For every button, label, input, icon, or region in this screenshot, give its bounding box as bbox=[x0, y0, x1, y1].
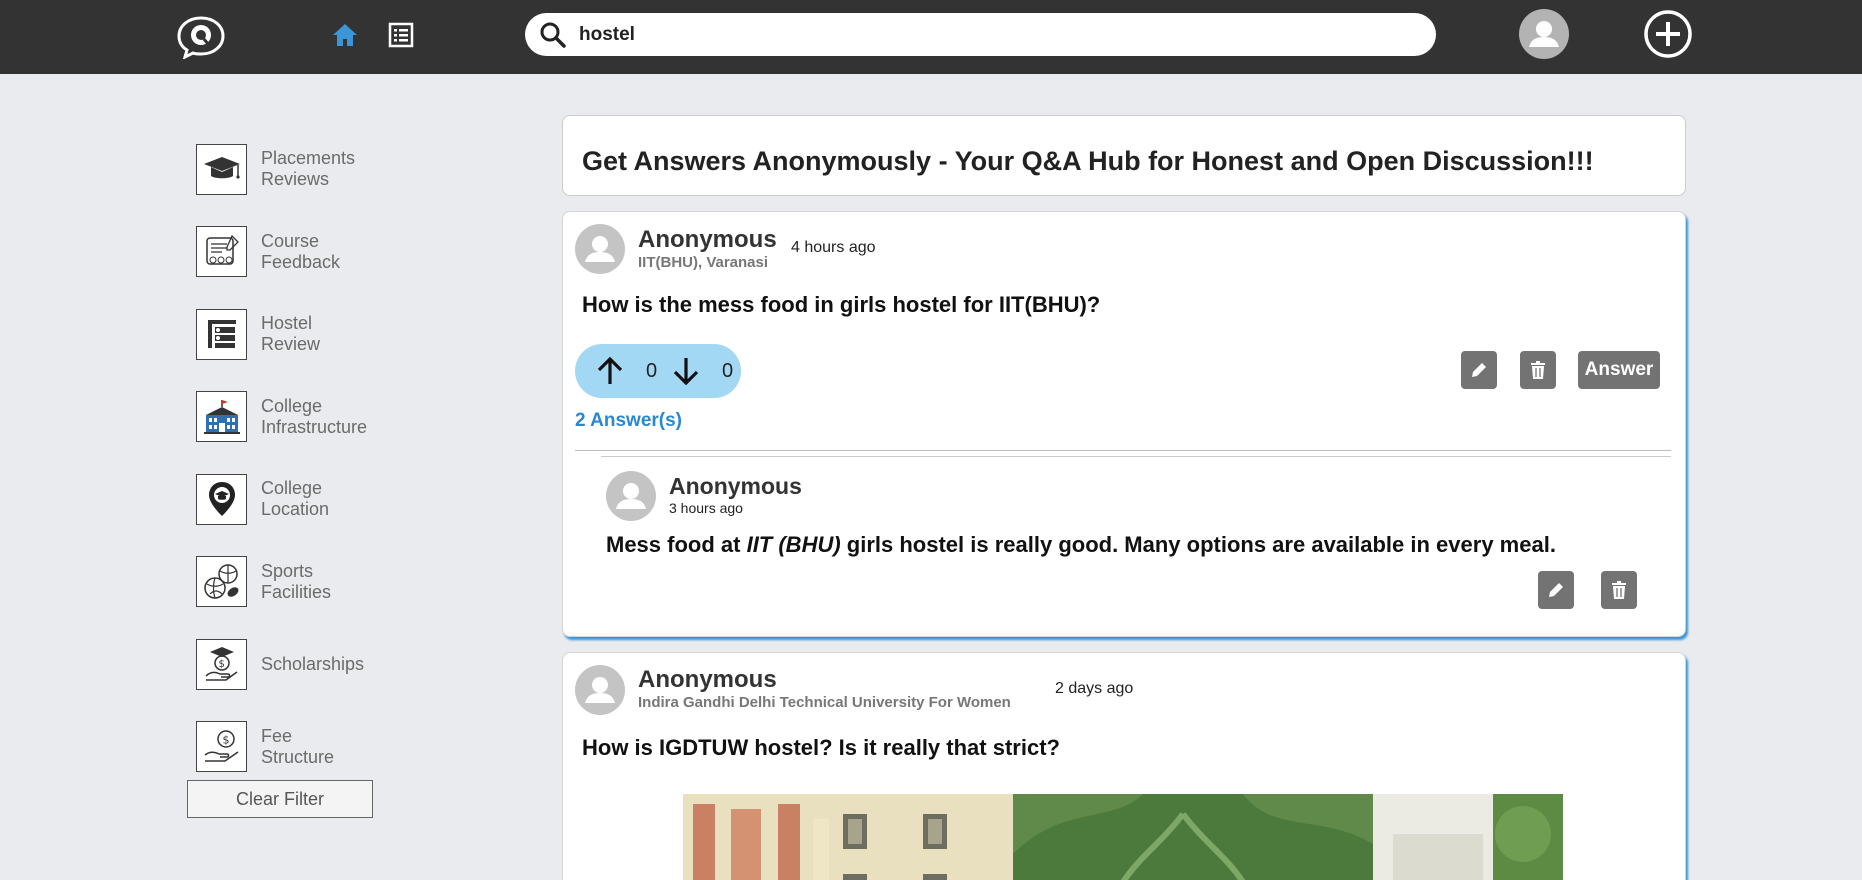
answers-count-link[interactable]: 2 Answer(s) bbox=[575, 410, 682, 432]
search-bar bbox=[525, 13, 1436, 56]
sidebar-label: College Infrastructure bbox=[261, 395, 368, 437]
upvote-arrow-icon[interactable] bbox=[593, 354, 627, 388]
sidebar-item-college-location[interactable]: College Location bbox=[196, 458, 496, 541]
fee-hand-icon: $ bbox=[196, 721, 247, 773]
clear-filter-button[interactable]: Clear Filter bbox=[187, 780, 373, 818]
category-sidebar: Placements Reviews Course Feedback Hostel R… bbox=[196, 128, 496, 788]
sidebar-label: Fee Structure bbox=[261, 725, 335, 767]
sidebar-label: Placements Reviews bbox=[261, 148, 356, 190]
sports-balls-icon bbox=[196, 556, 247, 608]
hero-banner: Get Answers Anonymously - Your Q&A Hub f… bbox=[562, 115, 1686, 196]
sidebar-label: Sports Facilities bbox=[261, 560, 332, 602]
answer-author-name: Anonymous bbox=[669, 473, 802, 499]
svg-text:$: $ bbox=[222, 733, 229, 746]
pencil-icon bbox=[1472, 363, 1486, 377]
college-building-icon bbox=[196, 391, 247, 443]
home-icon[interactable] bbox=[330, 20, 360, 50]
pencil-icon bbox=[1549, 583, 1563, 597]
search-icon[interactable] bbox=[539, 21, 567, 49]
search-input[interactable] bbox=[579, 21, 1419, 49]
vote-pill: 0 0 bbox=[575, 344, 741, 398]
trash-icon bbox=[1531, 361, 1545, 379]
author-name: Anonymous bbox=[638, 666, 777, 693]
sidebar-item-hostel-review[interactable]: Hostel Review bbox=[196, 293, 496, 376]
user-icon bbox=[585, 236, 615, 262]
question-text: How is the mess food in girls hostel for… bbox=[582, 292, 1101, 317]
author-avatar bbox=[575, 224, 625, 274]
sidebar-item-college-infrastructure[interactable]: College Infrastructure bbox=[196, 376, 496, 459]
user-icon bbox=[1529, 21, 1559, 47]
downvote-count: 0 bbox=[722, 360, 734, 382]
answer-button[interactable]: Answer bbox=[1578, 351, 1660, 389]
location-pin-icon bbox=[196, 473, 247, 525]
scholarship-icon: $ bbox=[196, 638, 247, 690]
downvote-arrow-icon[interactable] bbox=[669, 354, 703, 388]
question-text: How is IGDTUW hostel? Is it really that … bbox=[582, 735, 1060, 760]
divider bbox=[575, 450, 1671, 451]
edit-question-button[interactable] bbox=[1461, 351, 1497, 389]
divider bbox=[601, 456, 1671, 457]
sidebar-item-scholarships[interactable]: $ Scholarships bbox=[196, 623, 496, 706]
question-card: Anonymous Indira Gandhi Delhi Technical … bbox=[562, 652, 1686, 880]
hostel-bed-icon bbox=[196, 308, 247, 360]
post-time: 4 hours ago bbox=[791, 239, 876, 256]
answer-time: 3 hours ago bbox=[669, 500, 743, 516]
answer-text: Mess food at IIT (BHU) girls hostel is r… bbox=[606, 532, 1556, 557]
user-icon bbox=[585, 677, 615, 703]
sidebar-item-course-feedback[interactable]: Course Feedback bbox=[196, 211, 496, 294]
author-affiliation: Indira Gandhi Delhi Technical University… bbox=[638, 694, 1011, 711]
sidebar-item-fee-structure[interactable]: $ Fee Structure bbox=[196, 706, 496, 789]
question-card: Anonymous IIT(BHU), Varanasi 4 hours ago… bbox=[562, 211, 1686, 637]
trash-icon bbox=[1612, 581, 1626, 599]
list-icon[interactable] bbox=[386, 20, 416, 50]
user-icon bbox=[616, 483, 646, 509]
user-avatar[interactable] bbox=[1519, 9, 1569, 59]
answer-author-avatar bbox=[606, 471, 656, 521]
delete-question-button[interactable] bbox=[1520, 351, 1556, 389]
sidebar-item-sports-facilities[interactable]: Sports Facilities bbox=[196, 541, 496, 624]
delete-answer-button[interactable] bbox=[1601, 571, 1637, 609]
edit-answer-button[interactable] bbox=[1538, 571, 1574, 609]
author-avatar bbox=[575, 665, 625, 715]
feedback-form-icon bbox=[196, 226, 247, 278]
add-question-icon[interactable] bbox=[1643, 9, 1693, 59]
svg-text:$: $ bbox=[218, 659, 224, 670]
sidebar-label: Course Feedback bbox=[261, 230, 341, 272]
graduation-cap-icon bbox=[196, 143, 247, 195]
top-navbar bbox=[0, 0, 1862, 74]
logo-icon[interactable] bbox=[176, 15, 226, 59]
upvote-count: 0 bbox=[646, 360, 658, 382]
sidebar-label: Scholarships bbox=[261, 653, 365, 674]
sidebar-label: College Location bbox=[261, 478, 330, 520]
hostel-photo bbox=[683, 794, 1563, 880]
page-title: Get Answers Anonymously - Your Q&A Hub f… bbox=[582, 146, 1594, 176]
author-affiliation: IIT(BHU), Varanasi bbox=[638, 254, 769, 271]
sidebar-item-placements[interactable]: Placements Reviews bbox=[196, 128, 496, 211]
author-name: Anonymous bbox=[638, 226, 777, 253]
sidebar-label: Hostel Review bbox=[261, 313, 321, 355]
post-time: 2 days ago bbox=[1055, 680, 1134, 697]
